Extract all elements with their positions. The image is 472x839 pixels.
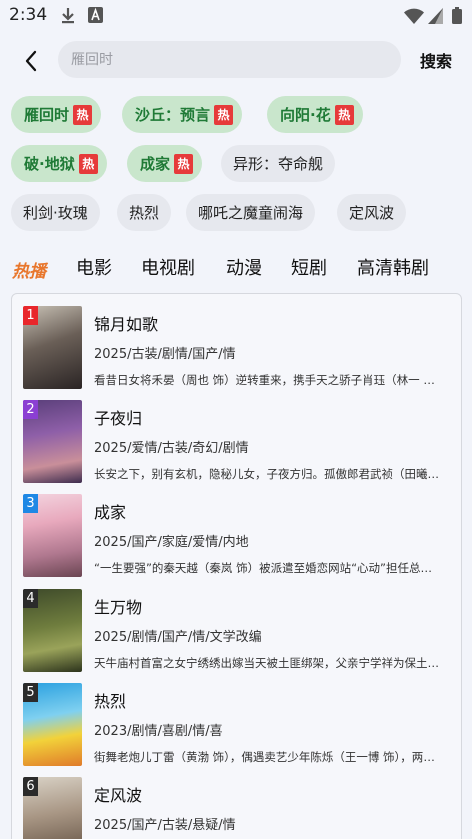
item-description: “一生要强”的秦天越（秦岚 饰）被派遣至婚恋网站“心动”担任总经理 bbox=[94, 561, 439, 575]
hot-chip-1[interactable]: 雁回时热 bbox=[11, 96, 102, 133]
hot-chip-2[interactable]: 沙丘：预言热 bbox=[122, 96, 243, 133]
battery-icon bbox=[452, 7, 462, 24]
rank-badge: 4 bbox=[23, 589, 38, 608]
download-icon bbox=[62, 8, 74, 24]
item-title: 子夜归 bbox=[94, 409, 143, 428]
chip-label: 热烈 bbox=[129, 204, 160, 222]
history-chip-9[interactable]: 哪吒之魔童闹海 bbox=[186, 194, 316, 231]
history-chip-6[interactable]: 异形：夺命舰 bbox=[221, 145, 336, 182]
hot-chip-3[interactable]: 向阳·花热 bbox=[267, 96, 363, 133]
tab-tv-series[interactable]: 电视剧 bbox=[141, 254, 195, 280]
item-description: 天牛庙村首富之女宁绣绣出嫁当天被土匪绑架，父亲宁学祥为保土地拒付赎金 bbox=[94, 656, 439, 670]
chip-label: 雁回时 bbox=[24, 106, 70, 124]
item-title: 锦月如歌 bbox=[94, 315, 159, 334]
tab-anime[interactable]: 动漫 bbox=[226, 254, 262, 280]
poster-image: 4 bbox=[23, 589, 82, 672]
item-title: 成家 bbox=[94, 503, 127, 522]
search-field[interactable] bbox=[58, 41, 401, 78]
item-description: 长安之下，别有玄机，隐秘儿女，子夜方归。孤傲郎君武祯（田曦薇 饰） bbox=[94, 467, 439, 481]
list-item[interactable]: 6 定风波 2025/国产/古装/悬疑/情 bbox=[23, 777, 443, 839]
chip-label: 破·地狱 bbox=[24, 155, 75, 173]
item-description: 街舞老炮儿丁雷（黄渤 饰），偶遇卖艺少年陈烁（王一博 饰），两人组队 bbox=[94, 750, 439, 764]
status-time: 2:34 bbox=[9, 5, 48, 25]
hot-badge: 热 bbox=[214, 104, 234, 125]
list-item[interactable]: 1 锦月如歌 2025/古装/剧情/国产/情 看昔日女将禾晏（周也 饰）逆转重来… bbox=[23, 306, 443, 391]
wifi-icon bbox=[404, 8, 424, 24]
item-description: 看昔日女将禾晏（周也 饰）逆转重来，携手天之骄子肖珏（林一 饰） bbox=[94, 373, 439, 387]
history-chip-10[interactable]: 定风波 bbox=[337, 194, 407, 231]
item-meta: 2025/爱情/古装/奇幻/剧情 bbox=[94, 441, 249, 456]
history-chip-7[interactable]: 利剑·玫瑰 bbox=[11, 194, 100, 231]
poster-image: 6 bbox=[23, 777, 82, 839]
rank-badge: 2 bbox=[23, 400, 38, 419]
item-title: 生万物 bbox=[94, 598, 143, 617]
rank-badge: 1 bbox=[23, 306, 38, 325]
chip-label: 利剑·玫瑰 bbox=[23, 204, 88, 222]
item-title: 定风波 bbox=[94, 786, 143, 805]
tab-movie[interactable]: 电影 bbox=[76, 254, 112, 280]
search-button[interactable]: 搜索 bbox=[420, 48, 452, 72]
rank-badge: 5 bbox=[23, 683, 38, 702]
list-item[interactable]: 5 热烈 2023/剧情/喜剧/情/喜 街舞老炮儿丁雷（黄渤 饰），偶遇卖艺少年… bbox=[23, 683, 443, 768]
chip-label: 沙丘：预言 bbox=[135, 106, 211, 124]
app-notification-icon bbox=[88, 7, 103, 23]
history-chip-8[interactable]: 热烈 bbox=[117, 194, 172, 231]
tab-korean-drama[interactable]: 高清韩剧 bbox=[357, 254, 429, 280]
chip-label: 向阳·花 bbox=[280, 106, 331, 124]
tab-short-drama[interactable]: 短剧 bbox=[291, 254, 327, 280]
item-meta: 2025/国产/古装/悬疑/情 bbox=[94, 818, 236, 833]
hot-badge: 热 bbox=[174, 153, 194, 174]
hot-badge: 热 bbox=[73, 104, 93, 125]
tab-hot[interactable]: 热播 bbox=[12, 257, 46, 282]
chip-label: 异形：夺命舰 bbox=[233, 155, 324, 173]
hot-chip-5[interactable]: 成家热 bbox=[127, 145, 203, 182]
item-meta: 2025/古装/剧情/国产/情 bbox=[94, 347, 236, 362]
chip-label: 成家 bbox=[140, 155, 171, 173]
item-meta: 2025/国产/家庭/爱情/内地 bbox=[94, 535, 249, 550]
back-button[interactable] bbox=[14, 44, 48, 78]
signal-icon bbox=[428, 8, 443, 24]
search-input[interactable] bbox=[71, 51, 371, 68]
rank-badge: 3 bbox=[23, 494, 38, 513]
hot-badge: 热 bbox=[78, 153, 98, 174]
list-item[interactable]: 3 成家 2025/国产/家庭/爱情/内地 “一生要强”的秦天越（秦岚 饰）被派… bbox=[23, 494, 443, 579]
poster-image: 2 bbox=[23, 400, 82, 483]
status-bar: 2:34 bbox=[0, 0, 472, 32]
chevron-left-icon bbox=[25, 50, 37, 72]
hot-badge: 热 bbox=[334, 104, 354, 125]
hot-chip-4[interactable]: 破·地狱热 bbox=[11, 145, 107, 182]
chip-label: 定风波 bbox=[349, 204, 395, 222]
chip-label: 哪吒之魔童闹海 bbox=[198, 204, 304, 222]
list-item[interactable]: 4 生万物 2025/剧情/国产/情/文学改编 天牛庙村首富之女宁绣绣出嫁当天被… bbox=[23, 589, 443, 674]
poster-image: 3 bbox=[23, 494, 82, 577]
poster-image: 1 bbox=[23, 306, 82, 389]
item-meta: 2023/剧情/喜剧/情/喜 bbox=[94, 724, 223, 739]
rank-badge: 6 bbox=[23, 777, 38, 796]
list-item[interactable]: 2 子夜归 2025/爱情/古装/奇幻/剧情 长安之下，别有玄机，隐秘儿女，子夜… bbox=[23, 400, 443, 485]
poster-image: 5 bbox=[23, 683, 82, 766]
item-title: 热烈 bbox=[94, 692, 127, 711]
item-meta: 2025/剧情/国产/情/文学改编 bbox=[94, 630, 262, 645]
